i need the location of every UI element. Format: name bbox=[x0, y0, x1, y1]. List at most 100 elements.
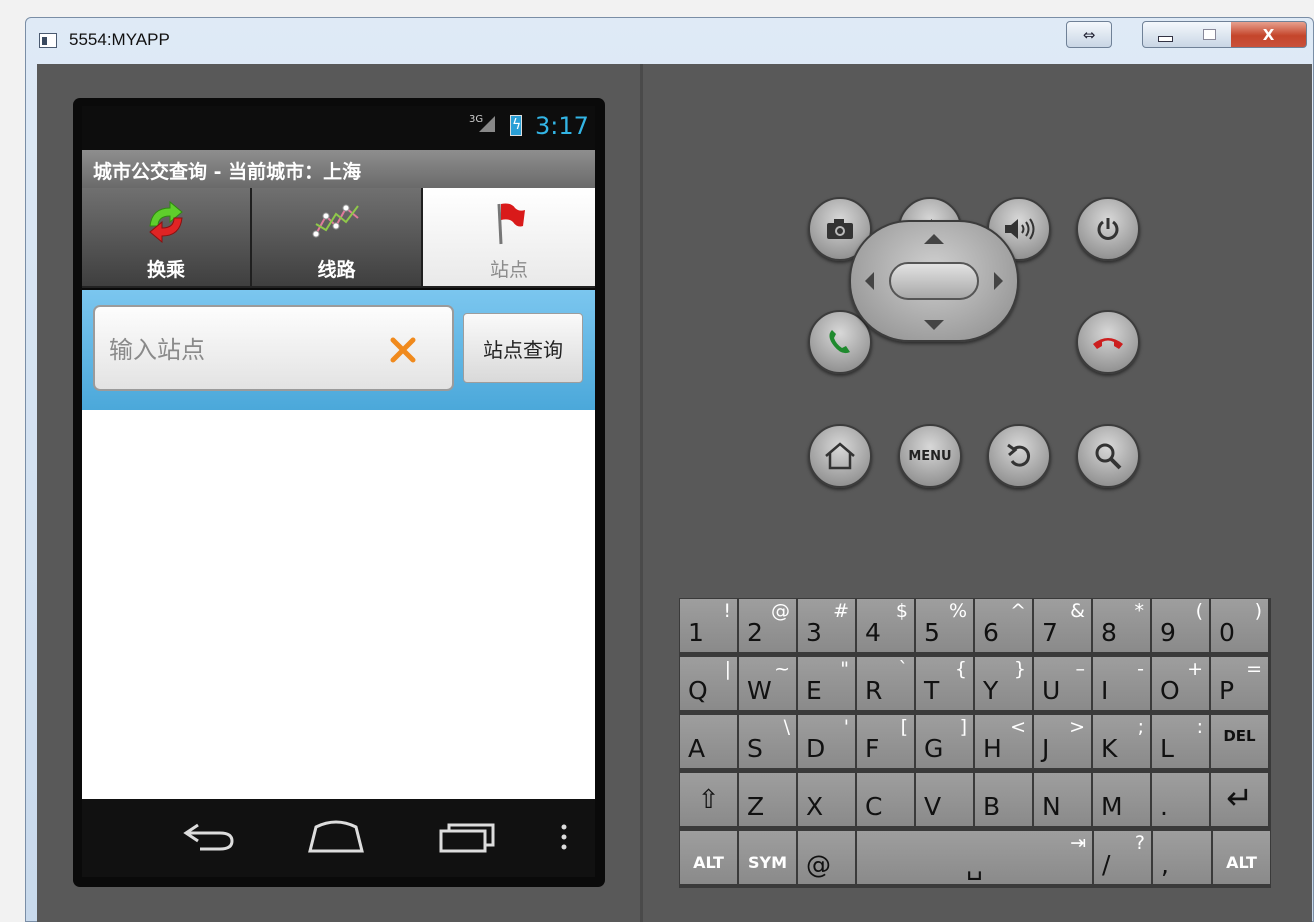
recent-apps-icon[interactable] bbox=[437, 819, 497, 855]
key-3-9[interactable]: ↵ bbox=[1210, 772, 1269, 827]
search-hardware-button[interactable] bbox=[1076, 424, 1140, 488]
key-0-5[interactable]: 6 ^ bbox=[974, 598, 1033, 653]
signal-icon bbox=[479, 116, 495, 132]
key-0-9[interactable]: 0) bbox=[1210, 598, 1269, 653]
key-3-0[interactable]: ⇧ bbox=[679, 772, 738, 827]
key-alt-label: ? bbox=[1134, 832, 1145, 854]
minimize-button[interactable] bbox=[1142, 21, 1188, 48]
key-2-9[interactable]: DEL bbox=[1210, 714, 1269, 769]
results-area bbox=[82, 410, 595, 799]
search-box bbox=[93, 305, 454, 391]
key-bottom-6[interactable]: ALT bbox=[1212, 830, 1271, 885]
key-1-2[interactable]: E " bbox=[797, 656, 856, 711]
back-hardware-button[interactable] bbox=[987, 424, 1051, 488]
tab-route[interactable]: 线路 bbox=[252, 188, 423, 286]
key-0-2[interactable]: 3 # bbox=[797, 598, 856, 653]
key-label: C bbox=[865, 792, 883, 821]
key-bottom-3[interactable]: ␣ ⇥ bbox=[856, 830, 1093, 885]
key-2-0[interactable]: A bbox=[679, 714, 738, 769]
key-0-3[interactable]: 4 $ bbox=[856, 598, 915, 653]
key-label: , bbox=[1161, 850, 1169, 879]
key-2-6[interactable]: J > bbox=[1033, 714, 1092, 769]
tab-transfer[interactable]: 换乘 bbox=[82, 188, 252, 286]
minimize-icon bbox=[1157, 35, 1173, 42]
key-label: 6 bbox=[983, 618, 999, 647]
key-3-3[interactable]: C bbox=[856, 772, 915, 827]
key-0-8[interactable]: 9( bbox=[1151, 598, 1210, 653]
resize-button[interactable]: ⇔ bbox=[1066, 21, 1112, 48]
key-alt-label: ! bbox=[723, 600, 731, 622]
dpad-left-icon[interactable] bbox=[865, 272, 874, 290]
key-0-7[interactable]: 8 * bbox=[1092, 598, 1151, 653]
dpad[interactable] bbox=[849, 220, 1019, 342]
key-bottom-0[interactable]: ALT bbox=[679, 830, 738, 885]
key-2-7[interactable]: K; bbox=[1092, 714, 1151, 769]
dpad-right-icon[interactable] bbox=[994, 272, 1003, 290]
key-3-1[interactable]: Z bbox=[738, 772, 797, 827]
key-2-1[interactable]: S \ bbox=[738, 714, 797, 769]
key-1-9[interactable]: P = bbox=[1210, 656, 1269, 711]
key-2-2[interactable]: D ' bbox=[797, 714, 856, 769]
key-1-1[interactable]: W ~ bbox=[738, 656, 797, 711]
dpad-down-icon[interactable] bbox=[924, 320, 944, 330]
key-alt-label: > bbox=[1069, 716, 1085, 738]
key-alt-label: { bbox=[954, 658, 967, 680]
key-2-8[interactable]: L: bbox=[1151, 714, 1210, 769]
back-icon bbox=[1007, 443, 1030, 467]
tab-station[interactable]: 站点 bbox=[423, 188, 595, 286]
station-query-button[interactable]: 站点查询 bbox=[463, 313, 583, 383]
home-icon[interactable] bbox=[304, 819, 368, 855]
key-alt-label: + bbox=[1187, 658, 1203, 680]
key-label: ALT bbox=[1226, 853, 1257, 872]
station-search-input[interactable] bbox=[107, 329, 381, 371]
key-1-6[interactable]: U – bbox=[1033, 656, 1092, 711]
key-bottom-2[interactable]: @ bbox=[797, 830, 856, 885]
key-bottom-4[interactable]: /? bbox=[1093, 830, 1152, 885]
key-3-7[interactable]: M bbox=[1092, 772, 1151, 827]
key-2-3[interactable]: F[ bbox=[856, 714, 915, 769]
key-bottom-1[interactable]: SYM bbox=[738, 830, 797, 885]
power-icon bbox=[1097, 218, 1119, 240]
key-1-5[interactable]: Y} bbox=[974, 656, 1033, 711]
overflow-menu-icon[interactable] bbox=[559, 819, 569, 855]
key-label: D bbox=[806, 734, 826, 763]
key-1-0[interactable]: Q | bbox=[679, 656, 738, 711]
back-icon[interactable] bbox=[180, 819, 240, 855]
key-0-6[interactable]: 7 & bbox=[1033, 598, 1092, 653]
key-label: 8 bbox=[1101, 618, 1117, 647]
dpad-up-icon[interactable] bbox=[924, 234, 944, 244]
key-3-2[interactable]: X bbox=[797, 772, 856, 827]
app-window-icon bbox=[39, 33, 57, 48]
menu-button[interactable]: MENU bbox=[898, 424, 962, 488]
key-3-5[interactable]: B bbox=[974, 772, 1033, 827]
search-panel: 站点查询 bbox=[82, 290, 595, 410]
key-bottom-5[interactable]: , bbox=[1152, 830, 1212, 885]
key-3-8[interactable]: . bbox=[1151, 772, 1210, 827]
key-alt-label: – bbox=[1075, 658, 1086, 680]
key-0-1[interactable]: 2 @ bbox=[738, 598, 797, 653]
close-button[interactable]: X bbox=[1231, 21, 1307, 48]
key-label: ⇧ bbox=[697, 785, 720, 815]
key-1-3[interactable]: R ` bbox=[856, 656, 915, 711]
key-1-7[interactable]: I- bbox=[1092, 656, 1151, 711]
key-2-4[interactable]: G] bbox=[915, 714, 974, 769]
key-0-0[interactable]: 1! bbox=[679, 598, 738, 653]
key-1-8[interactable]: O + bbox=[1151, 656, 1210, 711]
search-icon bbox=[1095, 443, 1122, 470]
end-call-button[interactable] bbox=[1076, 310, 1140, 374]
home-hardware-button[interactable] bbox=[808, 424, 872, 488]
key-1-4[interactable]: T{ bbox=[915, 656, 974, 711]
key-label: DEL bbox=[1223, 727, 1256, 745]
window-titlebar[interactable]: 5554:MYAPP ⇔ X bbox=[26, 18, 1313, 64]
maximize-button[interactable] bbox=[1187, 21, 1232, 48]
clear-icon[interactable] bbox=[390, 337, 416, 363]
key-3-4[interactable]: V bbox=[915, 772, 974, 827]
dpad-center-button[interactable] bbox=[889, 262, 979, 300]
power-button[interactable] bbox=[1076, 197, 1140, 261]
key-2-5[interactable]: H < bbox=[974, 714, 1033, 769]
key-alt-label: ( bbox=[1195, 600, 1203, 622]
key-3-6[interactable]: N bbox=[1033, 772, 1092, 827]
key-0-4[interactable]: 5% bbox=[915, 598, 974, 653]
key-alt-label: - bbox=[1137, 658, 1144, 680]
key-label: J bbox=[1042, 734, 1050, 763]
